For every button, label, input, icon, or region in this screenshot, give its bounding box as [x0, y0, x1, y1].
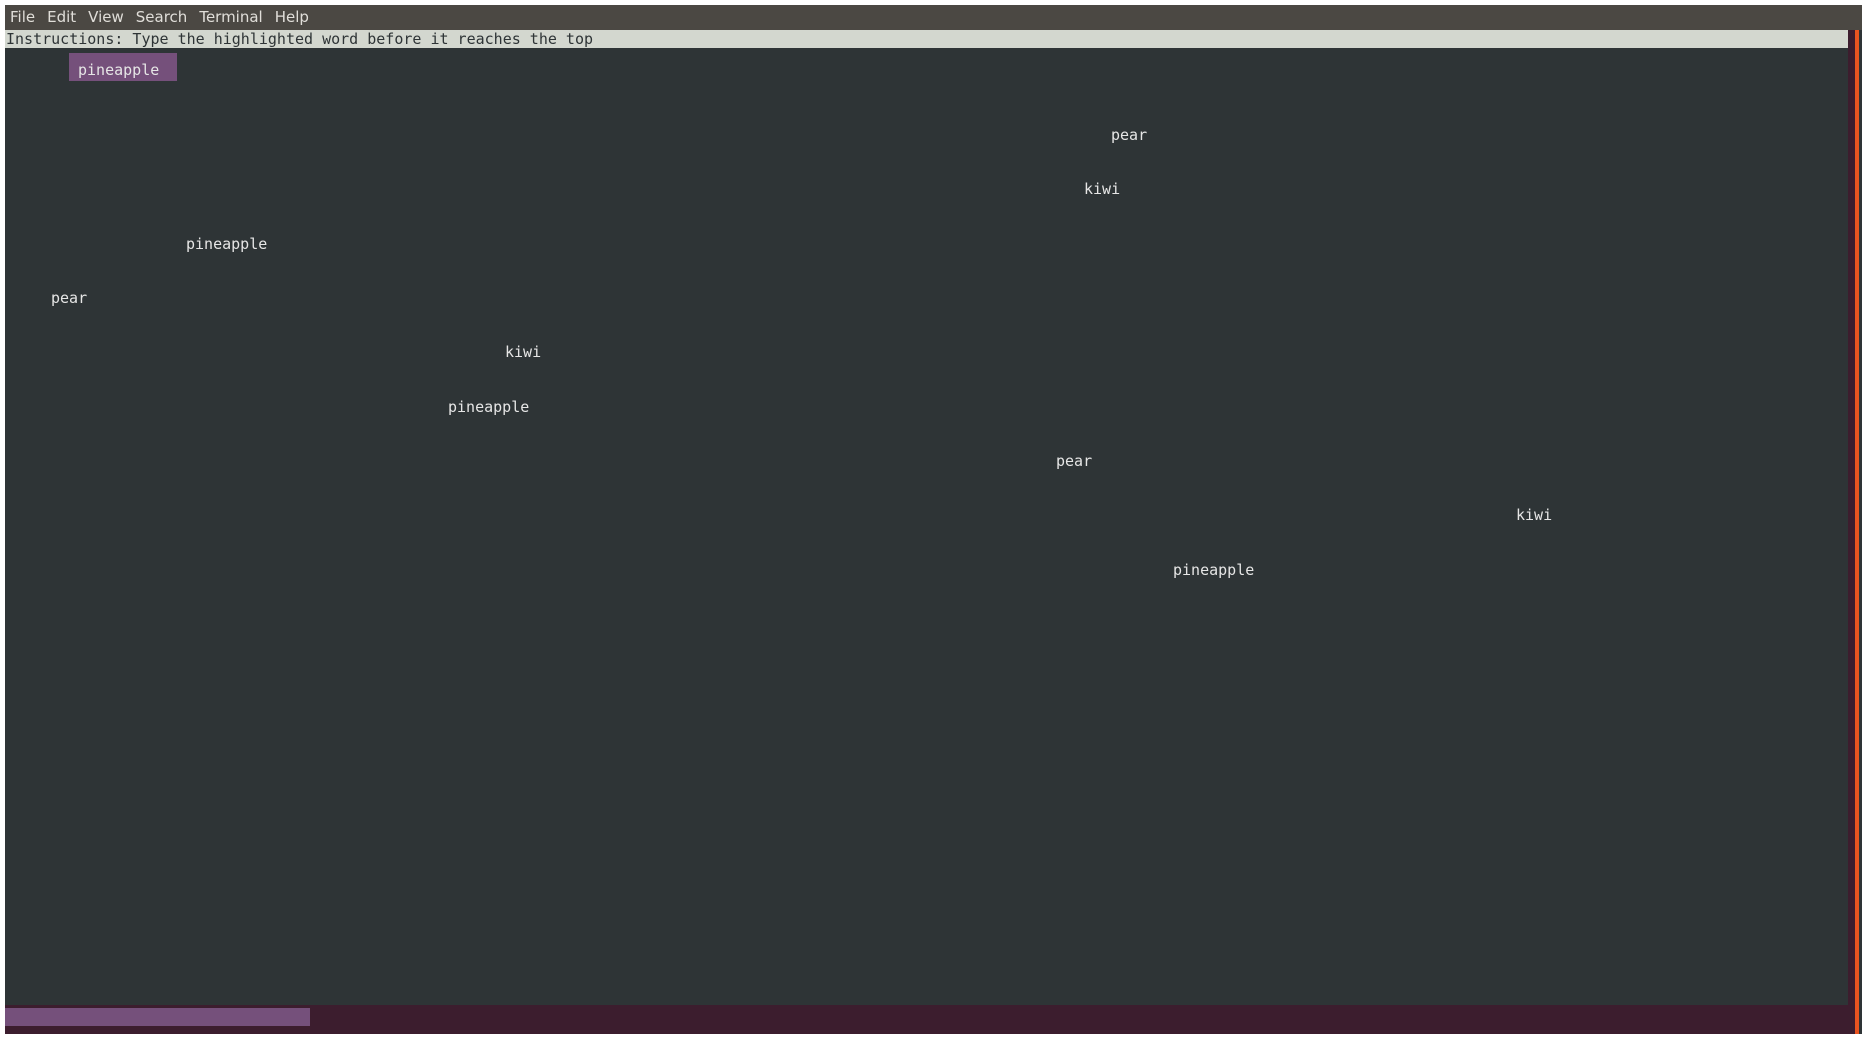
menu-edit[interactable]: Edit [47, 5, 76, 30]
falling-word: pineapple [1173, 561, 1255, 579]
falling-word: pineapple [186, 235, 268, 253]
game-area[interactable]: pineapple pear kiwi pineapple pear kiwi … [5, 48, 1848, 1010]
menu-view[interactable]: View [88, 5, 124, 30]
menu-file[interactable]: File [10, 5, 35, 30]
terminal-window: File Edit View Search Terminal Help Inst… [5, 5, 1862, 1034]
progress-fill [5, 1008, 311, 1026]
falling-word: pineapple [448, 398, 530, 416]
falling-word: pear [51, 289, 88, 307]
target-word: pineapple [69, 53, 178, 81]
falling-word: kiwi [505, 343, 542, 361]
instructions-text: Instructions: Type the highlighted word … [5, 30, 1848, 48]
falling-word: kiwi [1516, 506, 1553, 524]
menu-terminal[interactable]: Terminal [199, 5, 262, 30]
falling-word: kiwi [1084, 180, 1121, 198]
menu-help[interactable]: Help [275, 5, 309, 30]
falling-word: pear [1111, 126, 1148, 144]
scrollbar-accent[interactable] [1855, 30, 1859, 1034]
menu-search[interactable]: Search [136, 5, 188, 30]
bottom-progress-bar [5, 1005, 1855, 1034]
menu-bar: File Edit View Search Terminal Help [5, 5, 1862, 30]
falling-word: pear [1056, 452, 1093, 470]
right-border [1848, 30, 1855, 1034]
